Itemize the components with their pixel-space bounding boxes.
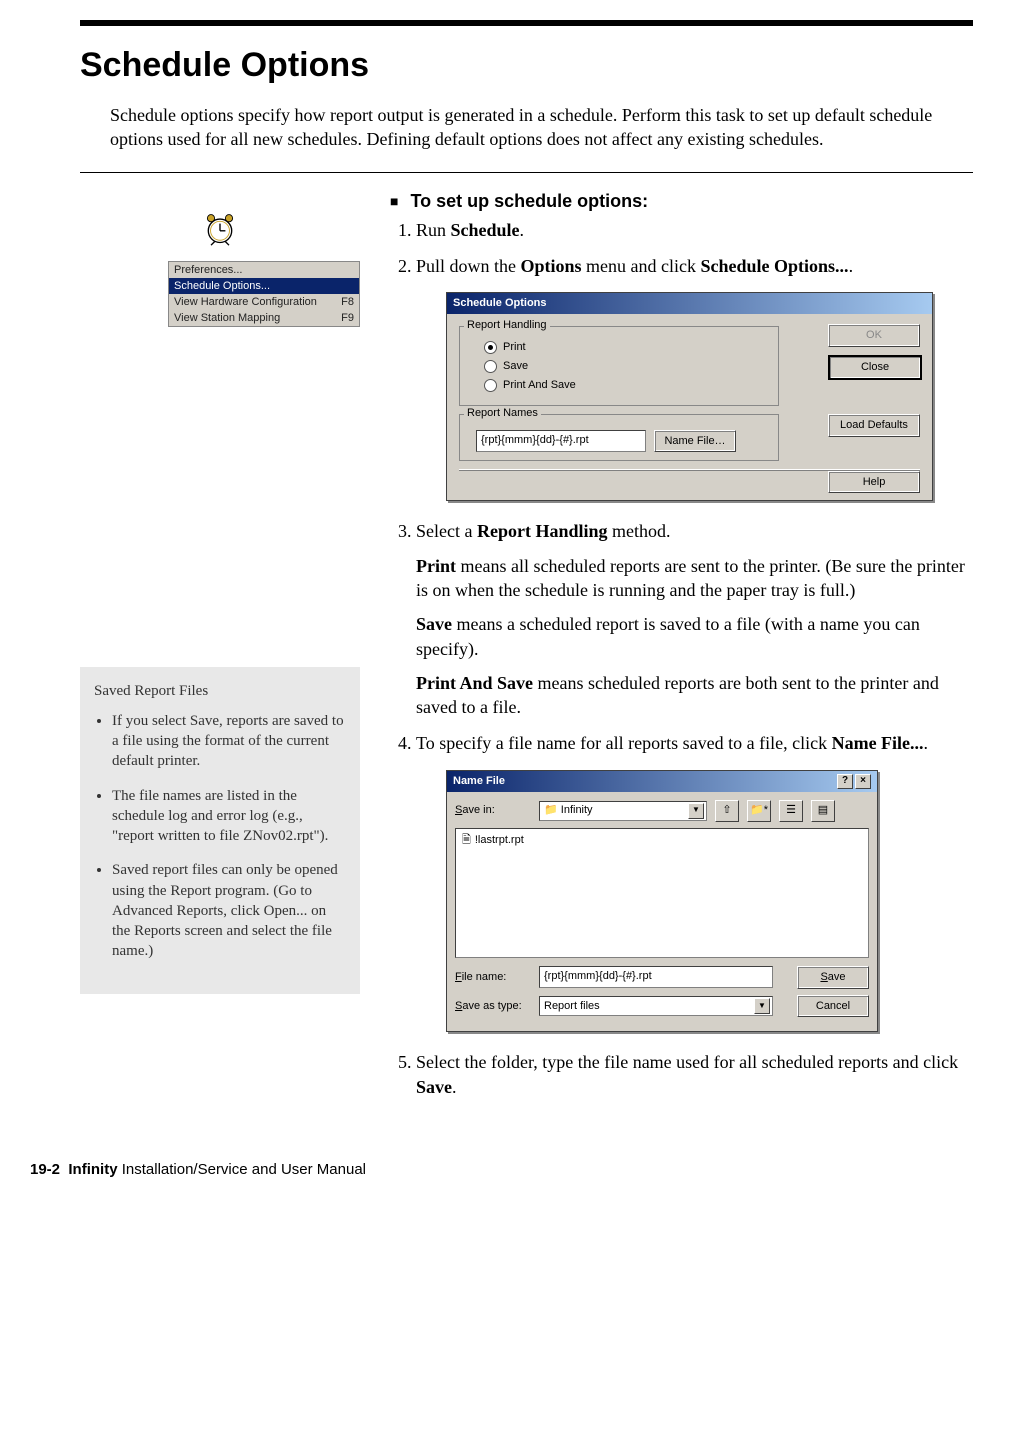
schedule-options-dialog: Schedule Options Report Handling Print S… — [446, 292, 933, 501]
sidebar-item: If you select Save, reports are saved to… — [112, 711, 346, 772]
save-in-label: Save in: — [455, 803, 531, 818]
menu-item[interactable]: Preferences... — [169, 262, 359, 278]
clock-icon — [202, 211, 238, 247]
radio-print-and-save[interactable]: Print And Save — [484, 378, 770, 393]
saveas-label: Save as type: — [455, 999, 531, 1014]
radio-print[interactable]: Print — [484, 340, 770, 355]
step-4: To specify a file name for all reports s… — [416, 731, 973, 1032]
up-folder-icon[interactable]: ⇧ — [715, 800, 739, 822]
filename-label: File name: — [455, 970, 531, 985]
step-2: Pull down the Options menu and click Sch… — [416, 254, 973, 502]
close-button[interactable]: Close — [828, 355, 922, 380]
intro-paragraph: Schedule options specify how report outp… — [110, 103, 973, 152]
procedure-heading: To set up schedule options: — [390, 191, 973, 212]
group-report-names: Report Names — [464, 406, 541, 421]
filename-field[interactable]: {rpt}{mmm}{dd}-{#}.rpt — [539, 966, 773, 988]
report-name-field[interactable]: {rpt}{mmm}{dd}-{#}.rpt — [476, 430, 646, 452]
sidebar-title: Saved Report Files — [94, 681, 346, 701]
options-menu: Preferences... Schedule Options... View … — [168, 261, 360, 327]
save-button[interactable]: Save — [797, 966, 869, 989]
sidebar-item: Saved report files can only be opened us… — [112, 860, 346, 961]
new-folder-icon[interactable]: 📁* — [747, 800, 771, 822]
sidebar-item: The file names are listed in the schedul… — [112, 786, 346, 847]
page-number: 19-2 — [30, 1161, 60, 1178]
load-defaults-button[interactable]: Load Defaults — [828, 414, 920, 437]
sidebar-note: Saved Report Files If you select Save, r… — [80, 667, 360, 994]
dialog-title: Name File — [453, 774, 505, 789]
header-rule — [80, 20, 973, 26]
dialog-title: Schedule Options — [453, 296, 547, 311]
saveas-combo[interactable]: Report files▼ — [539, 996, 773, 1016]
page-footer: 19-2 Infinity Installation/Service and U… — [30, 1161, 973, 1178]
list-view-icon[interactable]: ☰ — [779, 800, 803, 822]
help-titlebar-button[interactable]: ? — [837, 774, 853, 789]
details-view-icon[interactable]: ▤ — [811, 800, 835, 822]
menu-item[interactable]: View Hardware ConfigurationF8 — [169, 294, 359, 310]
step-3: Select a Report Handling method. Print m… — [416, 519, 973, 719]
cancel-button[interactable]: Cancel — [797, 995, 869, 1018]
step-1: Run Schedule. — [416, 218, 973, 242]
file-item[interactable]: 🗎!lastrpt.rpt — [462, 833, 862, 848]
name-file-dialog: Name File ? × Save in: 📁 Infinity▼ — [446, 770, 878, 1033]
group-report-handling: Report Handling — [464, 318, 550, 333]
menu-item-selected[interactable]: Schedule Options... — [169, 278, 359, 294]
file-list[interactable]: 🗎!lastrpt.rpt — [455, 828, 869, 958]
step-5: Select the folder, type the file name us… — [416, 1050, 973, 1099]
close-titlebar-button[interactable]: × — [855, 774, 871, 789]
page-title: Schedule Options — [80, 46, 973, 85]
menu-item[interactable]: View Station MappingF9 — [169, 310, 359, 326]
name-file-button[interactable]: Name File… — [654, 430, 736, 453]
radio-save[interactable]: Save — [484, 359, 770, 374]
save-in-combo[interactable]: 📁 Infinity▼ — [539, 801, 707, 821]
help-button[interactable]: Help — [828, 471, 920, 494]
file-icon: 🗎 — [462, 833, 471, 848]
ok-button[interactable]: OK — [828, 324, 920, 347]
separator — [80, 172, 973, 173]
